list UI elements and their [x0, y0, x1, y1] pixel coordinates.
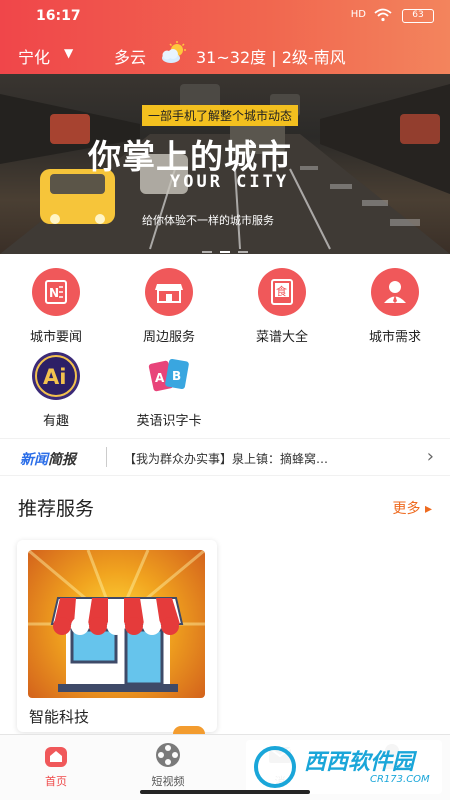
service-recipes[interactable]: 食 菜谱大全 — [237, 268, 327, 345]
service-nearby[interactable]: 周边服务 — [124, 268, 214, 345]
flashcards-icon: AB — [145, 352, 193, 400]
service-fun[interactable]: Ai 有趣 — [11, 352, 101, 429]
chevron-down-icon[interactable]: ▼ — [64, 46, 73, 60]
section-title: 推荐服务 — [18, 498, 95, 520]
svg-text:B: B — [172, 369, 181, 383]
service-label: 有趣 — [42, 414, 69, 429]
home-indicator[interactable] — [140, 790, 310, 794]
service-label: 城市需求 — [368, 330, 421, 345]
promo-banner[interactable]: 一部手机了解整个城市动态 你掌上的城市 YOUR CITY 给你体验不一样的城市… — [0, 74, 450, 254]
service-grid: N 城市要闻 周边服务 食 菜谱大全 城市需求 Ai 有趣 AB 英语识字卡 — [0, 254, 450, 434]
carousel-dot[interactable] — [238, 251, 248, 253]
status-time: 16:17 — [36, 8, 81, 24]
banner-description: 给你体验不一样的城市服务 — [142, 214, 274, 227]
city-selector[interactable]: 宁化 — [18, 44, 50, 68]
carousel-dots[interactable] — [0, 238, 450, 254]
news-headline[interactable]: 【我为群众办实事】泉上镇：摘蜂窝… — [124, 450, 328, 467]
card-label: 智能科技 — [29, 708, 90, 726]
news-brand: 新闻简报 — [20, 449, 76, 469]
service-label: 城市要闻 — [29, 330, 82, 345]
shop-image — [28, 550, 205, 698]
status-bar: 16:17 HD 63 — [0, 0, 450, 32]
weather-text: 多云 — [114, 48, 147, 67]
chevron-right-icon[interactable]: › — [427, 446, 434, 467]
service-label: 菜谱大全 — [255, 330, 308, 345]
news-brand-b: 简报 — [48, 452, 76, 468]
battery-icon: 63 — [402, 9, 434, 23]
svg-text:Ai: Ai — [43, 365, 66, 389]
watermark-text: 西西软件园 — [304, 750, 415, 775]
ai-icon: Ai — [32, 352, 80, 400]
svg-text:食: 食 — [276, 284, 287, 298]
store-icon — [145, 268, 193, 316]
service-flashcards[interactable]: AB 英语识字卡 — [124, 352, 214, 429]
tab-label: 短视频 — [151, 775, 185, 788]
tab-home[interactable]: 首页 — [26, 741, 86, 789]
more-link[interactable]: 更多 ▸ — [393, 498, 432, 518]
svg-text:N: N — [49, 286, 59, 300]
watermark-url: CR173.COM — [370, 774, 430, 785]
cloud-sun-icon — [158, 40, 188, 66]
news-ticker[interactable]: 新闻简报 【我为群众办实事】泉上镇：摘蜂窝… › — [0, 438, 450, 476]
service-label: 英语识字卡 — [136, 414, 202, 429]
carousel-dot[interactable] — [202, 251, 212, 253]
tab-label: 首页 — [45, 775, 67, 788]
home-icon — [42, 741, 70, 769]
more-label: 更多 — [392, 501, 421, 517]
temperature-text: 31~32度 | 2级-南风 — [196, 48, 346, 67]
watermark-logo-icon — [254, 746, 296, 788]
banner-tag: 一部手机了解整个城市动态 — [142, 105, 299, 126]
recipe-book-icon: 食 — [258, 268, 306, 316]
news-brand-a: 新闻 — [20, 452, 48, 468]
tab-short-video[interactable]: 短视频 — [138, 741, 198, 789]
service-city-demand[interactable]: 城市需求 — [350, 268, 440, 345]
svg-text:A: A — [155, 371, 165, 385]
wifi-icon — [374, 8, 392, 26]
app-header: 16:17 HD 63 宁化 ▼ 多云 31~32度 | 2级-南风 — [0, 0, 450, 74]
banner-subtitle: YOUR CITY — [170, 172, 290, 192]
divider — [106, 447, 107, 467]
user-request-icon — [371, 268, 419, 316]
watermark: 西西软件园 CR173.COM — [246, 740, 442, 794]
service-label: 周边服务 — [142, 330, 195, 345]
signal-icon: HD — [350, 9, 366, 20]
service-card[interactable]: 智能科技 — [17, 540, 217, 734]
news-icon: N — [32, 268, 80, 316]
carousel-dot-active[interactable] — [220, 251, 230, 253]
film-reel-icon — [154, 741, 182, 769]
banner-title: 你掌上的城市 — [88, 137, 292, 176]
card-badge — [173, 726, 205, 734]
service-city-news[interactable]: N 城市要闻 — [11, 268, 101, 345]
